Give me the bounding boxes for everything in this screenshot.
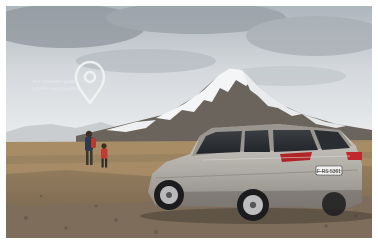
license-plate: F·RS 5361 [317,169,341,175]
image-frame: F·RS 5361 ALF Contacted guides Location … [0,0,378,244]
overlay-caption: ALF Contacted guides Location set to pos… [32,79,79,91]
landscape-photo: F·RS 5361 [6,6,372,238]
